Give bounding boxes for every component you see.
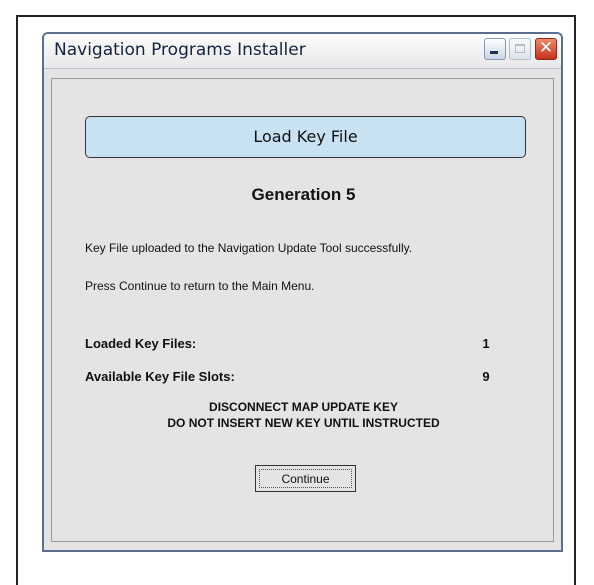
continue-button[interactable]: Continue [255, 465, 356, 492]
maximize-icon [509, 38, 531, 60]
minimize-icon[interactable] [484, 38, 506, 60]
title-bar[interactable]: Navigation Programs Installer ✕ [44, 34, 561, 69]
loaded-key-files-value: 1 [482, 336, 490, 351]
content-panel: Load Key File Generation 5 Key File uplo… [51, 78, 554, 542]
generation-title: Generation 5 [251, 185, 356, 204]
do-not-insert-warning: DO NOT INSERT NEW KEY UNTIL INSTRUCTED [167, 416, 440, 430]
close-icon[interactable]: ✕ [535, 38, 557, 60]
continue-button-label: Continue [259, 469, 352, 488]
window-title: Navigation Programs Installer [54, 40, 306, 60]
loaded-key-files-label: Loaded Key Files: [85, 336, 197, 351]
available-slots-label: Available Key File Slots: [85, 369, 235, 384]
disconnect-warning: DISCONNECT MAP UPDATE KEY [209, 400, 398, 414]
instruction-message: Press Continue to return to the Main Men… [85, 279, 315, 293]
available-slots-value: 9 [482, 369, 490, 384]
installer-window: Navigation Programs Installer ✕ Load Key… [42, 32, 563, 552]
success-message: Key File uploaded to the Navigation Upda… [85, 241, 413, 255]
load-key-file-header: Load Key File [85, 116, 526, 158]
